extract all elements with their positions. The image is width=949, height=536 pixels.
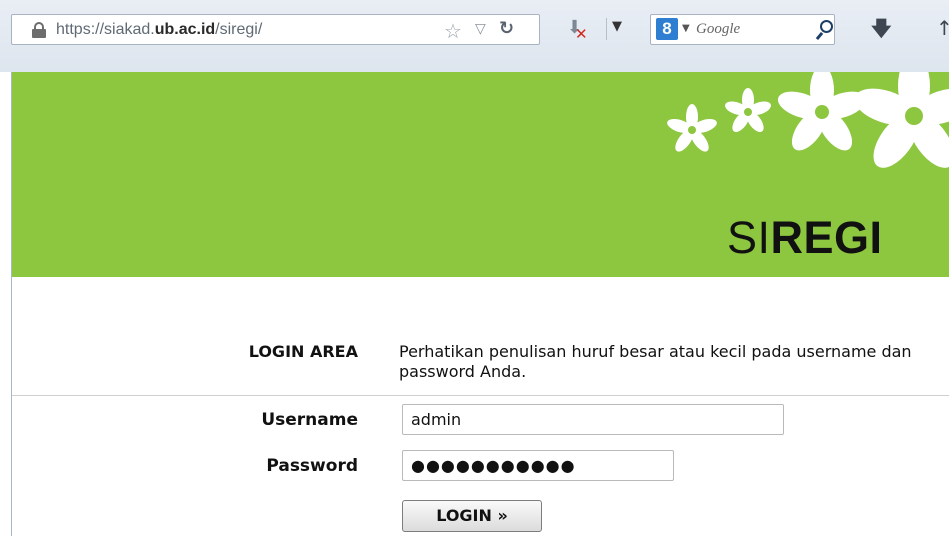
site-title: SIREGI [727,212,883,263]
history-dropdown-icon[interactable]: ▽ [475,21,486,37]
login-note: Perhatikan penulisan huruf besar atau ke… [399,342,912,381]
overflow-icon[interactable]: ↑ [936,16,949,40]
toolbar-separator [606,18,607,40]
password-label: Password [266,456,358,476]
google-plus-icon[interactable]: 8 [656,18,678,40]
lock-icon[interactable] [32,22,46,38]
url-text[interactable]: https://siakad.ub.ac.id/siregi/ [56,21,262,39]
username-label: Username [261,410,358,430]
address-bar[interactable]: https://siakad.ub.ac.id/siregi/ ☆ ▽ ↻ [11,14,540,45]
search-bar[interactable]: 8 ▼ Google [650,14,835,45]
page-viewport: SIREGI LOGIN AREA Perhatikan penulisan h… [11,72,949,536]
bookmark-star-icon[interactable]: ☆ [444,19,462,43]
reload-icon[interactable]: ↻ [499,18,514,39]
login-area-title: LOGIN AREA [248,342,358,361]
noscript-button[interactable]: ⬇ ✕ [563,15,605,45]
download-icon[interactable]: 🡇 [871,14,892,48]
blocked-x-icon: ✕ [575,25,588,43]
site-banner: SIREGI [12,72,949,277]
search-engine-dropdown-icon[interactable]: ▼ [682,23,690,34]
search-icon[interactable] [815,18,835,41]
password-field[interactable]: ●●●●●●●●●●● [402,450,674,481]
login-button[interactable]: LOGIN » [402,500,542,532]
browser-toolbar: https://siakad.ub.ac.id/siregi/ ☆ ▽ ↻ ⬇ … [0,0,949,72]
flower-decoration [667,72,949,168]
username-field[interactable]: admin [402,404,784,435]
menu-dropdown-icon[interactable]: ▼ [612,19,622,34]
divider [12,395,949,396]
search-input[interactable]: Google [696,21,740,38]
